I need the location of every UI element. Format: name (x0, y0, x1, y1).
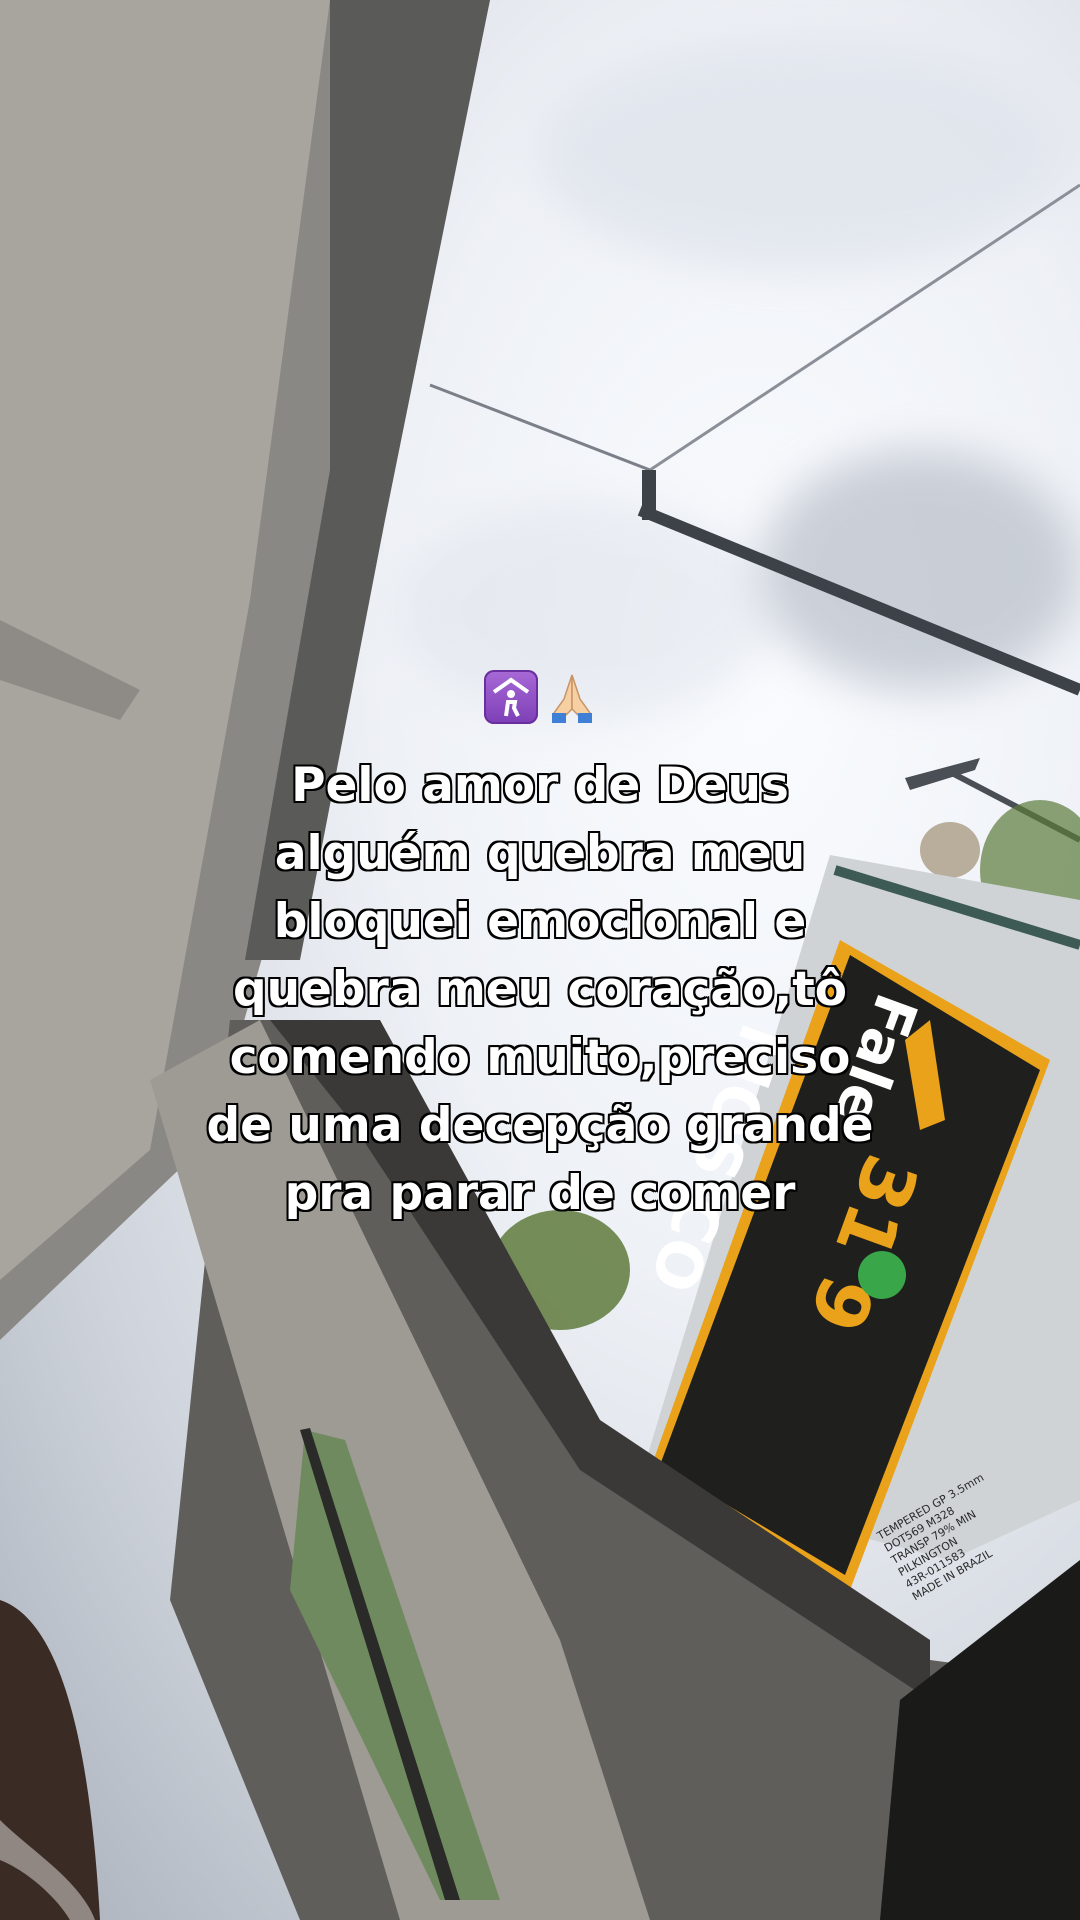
cable-clamp (642, 470, 656, 520)
folded-hands-icon (552, 674, 592, 723)
emoji-row (484, 668, 600, 726)
caption-line: de uma decepção grande (206, 1098, 874, 1153)
whatsapp-icon (858, 1251, 906, 1299)
caption-line: comendo muito,preciso (229, 1030, 851, 1085)
caption-line: Pelo amor de Deus (291, 758, 789, 813)
caption-line: quebra meu coração,tô (232, 962, 848, 1017)
worship-symbol-icon (484, 670, 538, 724)
caption-line: alguém quebra meu (274, 826, 806, 881)
cable (429, 383, 651, 472)
seat-shadow (880, 1560, 1080, 1920)
caption-line: bloquei emocional e (273, 894, 807, 949)
cable (649, 183, 1080, 472)
pole-arm (637, 504, 1080, 696)
caption: Pelo amor de Deus alguém quebra meu bloq… (140, 752, 940, 1228)
caption-line: pra parar de comer (284, 1166, 796, 1221)
